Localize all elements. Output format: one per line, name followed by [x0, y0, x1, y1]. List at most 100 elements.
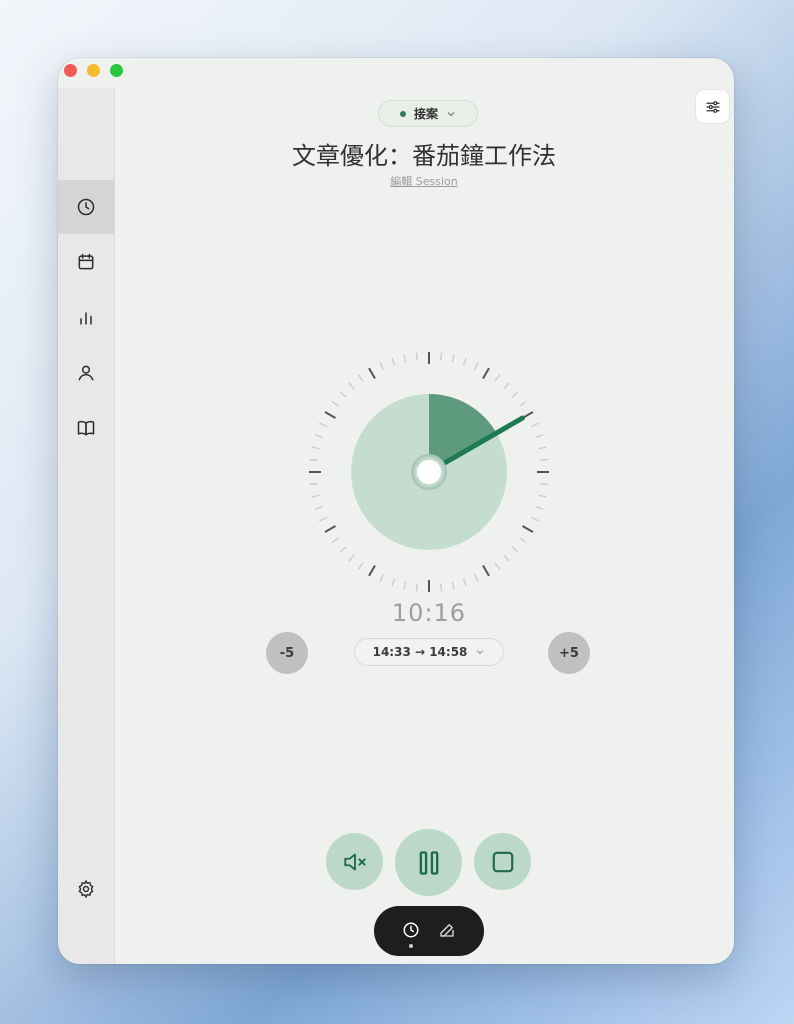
minor-tick	[319, 422, 327, 428]
minor-tick	[473, 574, 479, 582]
bottom-mode-switcher	[374, 906, 484, 956]
minor-tick	[540, 458, 549, 461]
user-icon	[78, 365, 94, 381]
major-tick	[324, 525, 336, 533]
timer-mode-button[interactable]	[400, 919, 422, 941]
minor-tick	[531, 422, 539, 428]
minor-tick	[403, 581, 407, 590]
minor-tick	[462, 357, 467, 366]
minor-tick	[311, 494, 320, 498]
minor-tick	[519, 537, 527, 544]
minor-tick	[531, 516, 539, 522]
minor-tick	[494, 374, 501, 382]
minor-tick	[314, 434, 323, 439]
minor-tick	[503, 382, 510, 390]
status-label: 接案	[413, 107, 438, 121]
plus-five-button[interactable]: +5	[548, 632, 590, 674]
timer-display: 10:16	[391, 599, 467, 627]
minor-tick	[462, 578, 467, 587]
minor-tick	[403, 354, 407, 363]
minor-tick	[309, 483, 318, 486]
minor-tick	[379, 362, 385, 370]
pomodoro-clock	[309, 352, 549, 592]
minor-tick	[538, 446, 547, 450]
minor-tick	[473, 362, 479, 370]
close-window-button[interactable]	[64, 64, 77, 77]
minor-tick	[440, 583, 443, 592]
minor-tick	[451, 581, 455, 590]
edit-icon	[440, 924, 454, 937]
minus-five-button[interactable]: -5	[266, 632, 308, 674]
minor-tick	[348, 382, 355, 390]
zoom-window-button[interactable]	[110, 64, 123, 77]
minor-tick	[511, 391, 519, 398]
window-controls	[64, 64, 123, 77]
active-mode-indicator	[409, 944, 413, 948]
major-tick	[368, 367, 376, 379]
pause-icon	[419, 850, 438, 875]
stop-button[interactable]	[474, 833, 531, 890]
sidebar	[58, 88, 115, 964]
minor-tick	[311, 446, 320, 450]
minor-tick	[538, 494, 547, 498]
bar-chart-icon	[80, 312, 92, 325]
mute-button[interactable]	[326, 833, 383, 890]
sidebar-settings-button[interactable]	[58, 862, 114, 916]
sidebar-item-stats[interactable]	[58, 291, 114, 345]
chevron-down-icon	[476, 650, 484, 655]
minor-tick	[339, 391, 347, 398]
speaker-muted-icon	[343, 852, 366, 871]
minimize-window-button[interactable]	[87, 64, 100, 77]
minor-tick	[391, 357, 396, 366]
status-dropdown[interactable]: 接案	[378, 100, 478, 127]
minor-tick	[415, 352, 418, 361]
sidebar-item-timer[interactable]	[58, 180, 114, 234]
major-tick	[482, 367, 490, 379]
minor-tick	[357, 374, 364, 382]
minor-tick	[535, 505, 544, 510]
sidebar-item-profile[interactable]	[58, 346, 114, 400]
minor-tick	[494, 562, 501, 570]
minor-tick	[440, 352, 443, 361]
minor-tick	[519, 400, 527, 407]
minor-tick	[357, 562, 364, 570]
major-tick	[368, 565, 376, 577]
status-dot	[399, 110, 406, 117]
calendar-icon	[78, 253, 94, 270]
timer-icon	[403, 922, 419, 938]
minor-tick	[339, 546, 347, 553]
hand-pivot	[417, 460, 441, 484]
minor-tick	[331, 400, 339, 407]
chevron-down-icon	[447, 111, 455, 116]
major-tick	[482, 565, 490, 577]
gear-icon	[78, 879, 94, 899]
edit-session-link[interactable]: 編輯 Session	[114, 173, 734, 189]
stop-icon	[492, 851, 513, 872]
time-range-dropdown[interactable]: 14:33 → 14:58	[354, 638, 504, 666]
minor-tick	[415, 583, 418, 592]
minor-tick	[451, 354, 455, 363]
minor-tick	[535, 434, 544, 439]
book-icon	[77, 420, 95, 436]
filter-settings-button[interactable]	[696, 90, 729, 123]
clock-icon	[77, 198, 95, 216]
major-tick	[324, 411, 336, 419]
major-tick	[522, 525, 534, 533]
minor-tick	[503, 554, 510, 562]
sidebar-item-calendar[interactable]	[58, 235, 114, 289]
edit-mode-button[interactable]	[436, 919, 458, 941]
minor-tick	[511, 546, 519, 553]
minor-tick	[348, 554, 355, 562]
time-range-label: 14:33 → 14:58	[372, 645, 468, 659]
app-window: 接案 文章優化：番茄鐘工作法 編輯 Session 10:16 -5 14:33…	[58, 58, 734, 964]
minor-tick	[379, 574, 385, 582]
minor-tick	[319, 516, 327, 522]
sidebar-item-journal[interactable]	[58, 401, 114, 455]
minor-tick	[309, 458, 318, 461]
minor-tick	[331, 537, 339, 544]
minor-tick	[314, 505, 323, 510]
minor-tick	[391, 578, 396, 587]
minor-tick	[540, 483, 549, 486]
sliders-icon	[705, 100, 720, 113]
pause-button[interactable]	[395, 829, 462, 896]
